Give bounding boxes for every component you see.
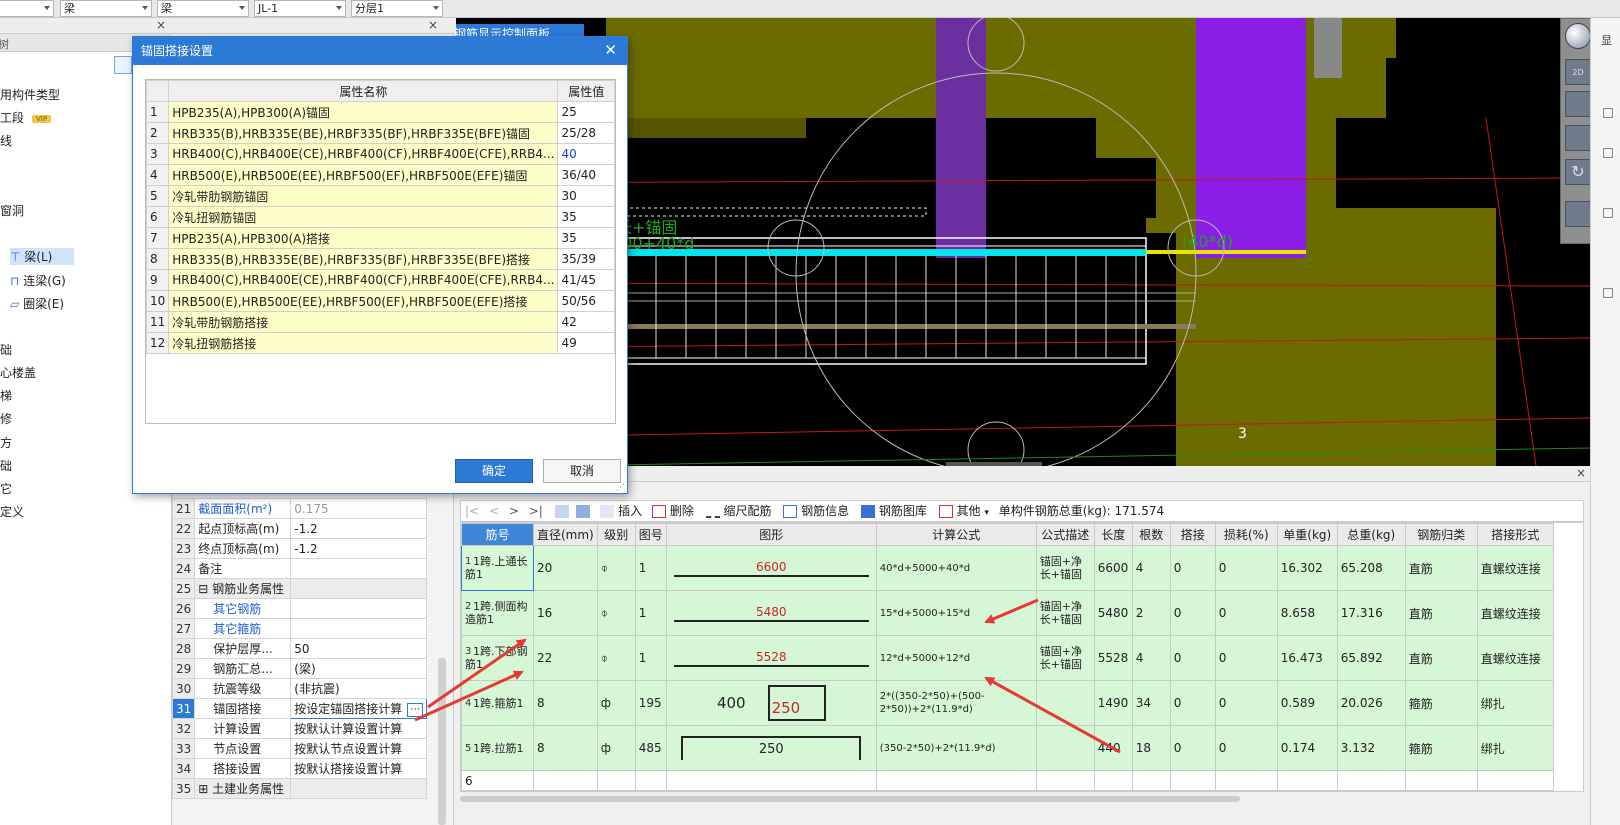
row-number: 10 [145, 290, 170, 312]
col-property-name: 属性名称 [168, 80, 559, 102]
property-name: HRB335(B),HRB335E(BE),HRBF335(BF),HRBF33… [168, 248, 559, 270]
anchor-lap-row[interactable]: 12 冷轧扭钢筋搭接 49 [145, 332, 615, 354]
property-value[interactable]: 35/39 [557, 248, 615, 270]
anchor-lap-row[interactable]: 2 HRB335(B),HRB335E(BE),HRBF335(BF),HRBF3… [145, 122, 615, 144]
resize-grip-icon[interactable]: ⋰ [616, 483, 625, 493]
dialog-table-wrap: 属性名称 属性值 1 HPB235(A),HPB300(A)锚固 25 2 HRB335… [145, 79, 616, 424]
row-number: 9 [145, 269, 170, 291]
anchor-lap-row[interactable]: 8 HRB335(B),HRB335E(BE),HRBF335(BF),HRBF3… [145, 248, 615, 270]
row-number: 4 [145, 164, 170, 186]
row-number: 6 [145, 206, 170, 228]
arrow-to-formula2 [984, 598, 1039, 624]
property-name: HRB400(C),HRB400E(CE),HRBF400(CF),HRBF40… [168, 143, 559, 165]
row-number: 3 [145, 143, 170, 165]
anchor-lap-row[interactable]: 3 HRB400(C),HRB400E(CE),HRBF400(CF),HRBF4… [145, 143, 615, 165]
anchor-lap-row[interactable]: 5 冷轧带肋钢筋锚固 30 [145, 185, 615, 207]
close-icon[interactable]: ✕ [604, 43, 617, 58]
row-number: 5 [145, 185, 170, 207]
property-name: 冷轧带肋钢筋锚固 [168, 185, 559, 207]
property-value[interactable]: 30 [557, 185, 615, 207]
property-value[interactable]: 35 [557, 227, 615, 249]
property-name: 冷轧扭钢筋锚固 [168, 206, 559, 228]
row-number: 7 [145, 227, 170, 249]
dialog-title: 锚固搭接设置 [133, 37, 627, 65]
row-number: 12 [145, 332, 170, 354]
property-value[interactable]: 49 [557, 332, 615, 354]
anchor-lap-row[interactable]: 11 冷轧带肋钢筋搭接 42 [145, 311, 615, 333]
property-name: HPB235(A),HPB300(A)搭接 [168, 227, 559, 249]
property-value[interactable]: 42 [557, 311, 615, 333]
property-value[interactable]: 40 [557, 143, 615, 165]
col-property-value: 属性值 [557, 80, 615, 102]
property-value[interactable]: 25 [557, 101, 615, 123]
property-name: HRB400(C),HRB400E(CE),HRBF400(CF),HRBF40… [168, 269, 559, 291]
arrow-to-row3 [427, 638, 527, 709]
col-index [145, 80, 170, 102]
anchor-lap-row[interactable]: 9 HRB400(C),HRB400E(CE),HRBF400(CF),HRBF4… [145, 269, 615, 291]
property-value[interactable]: 35 [557, 206, 615, 228]
property-name: 冷轧带肋钢筋搭接 [168, 311, 559, 333]
row-number: 8 [145, 248, 170, 270]
arrow-to-formula3 [984, 676, 1121, 754]
property-value[interactable]: 25/28 [557, 122, 615, 144]
property-name: 冷轧扭钢筋搭接 [168, 332, 559, 354]
row-number: 1 [145, 101, 170, 123]
property-name: HRB500(E),HRB500E(EE),HRBF500(EF),HRBF50… [168, 290, 559, 312]
property-name: HRB335(B),HRB335E(BE),HRBF335(BF),HRBF33… [168, 122, 559, 144]
anchor-lap-row[interactable]: 10 HRB500(E),HRB500E(EE),HRBF500(EF),HRBF… [145, 290, 615, 312]
anchor-lap-row[interactable]: 4 HRB500(E),HRB500E(EE),HRBF500(EF),HRBF5… [145, 164, 615, 186]
anchor-lap-settings-dialog: 锚固搭接设置 ✕ 属性名称 属性值 1 HPB235(A),HPB300(A)锚固… [132, 36, 628, 494]
anchor-lap-row[interactable]: 6 冷轧扭钢筋锚固 35 [145, 206, 615, 228]
row-number: 2 [145, 122, 170, 144]
property-value[interactable]: 41/45 [557, 269, 615, 291]
row-number: 11 [145, 311, 170, 333]
property-name: HPB235(A),HPB300(A)锚固 [168, 101, 559, 123]
anchor-lap-row[interactable]: 1 HPB235(A),HPB300(A)锚固 25 [145, 101, 615, 123]
property-value[interactable]: 36/40 [557, 164, 615, 186]
anchor-lap-row[interactable]: 7 HPB235(A),HPB300(A)搭接 35 [145, 227, 615, 249]
anchor-lap-table: 属性名称 属性值 1 HPB235(A),HPB300(A)锚固 25 2 HRB335… [145, 80, 615, 354]
property-value[interactable]: 50/56 [557, 290, 615, 312]
ok-button[interactable]: 确定 [455, 459, 533, 483]
cancel-button[interactable]: 取消 [543, 459, 621, 483]
property-name: HRB500(E),HRB500E(EE),HRBF500(EF),HRBF50… [168, 164, 559, 186]
